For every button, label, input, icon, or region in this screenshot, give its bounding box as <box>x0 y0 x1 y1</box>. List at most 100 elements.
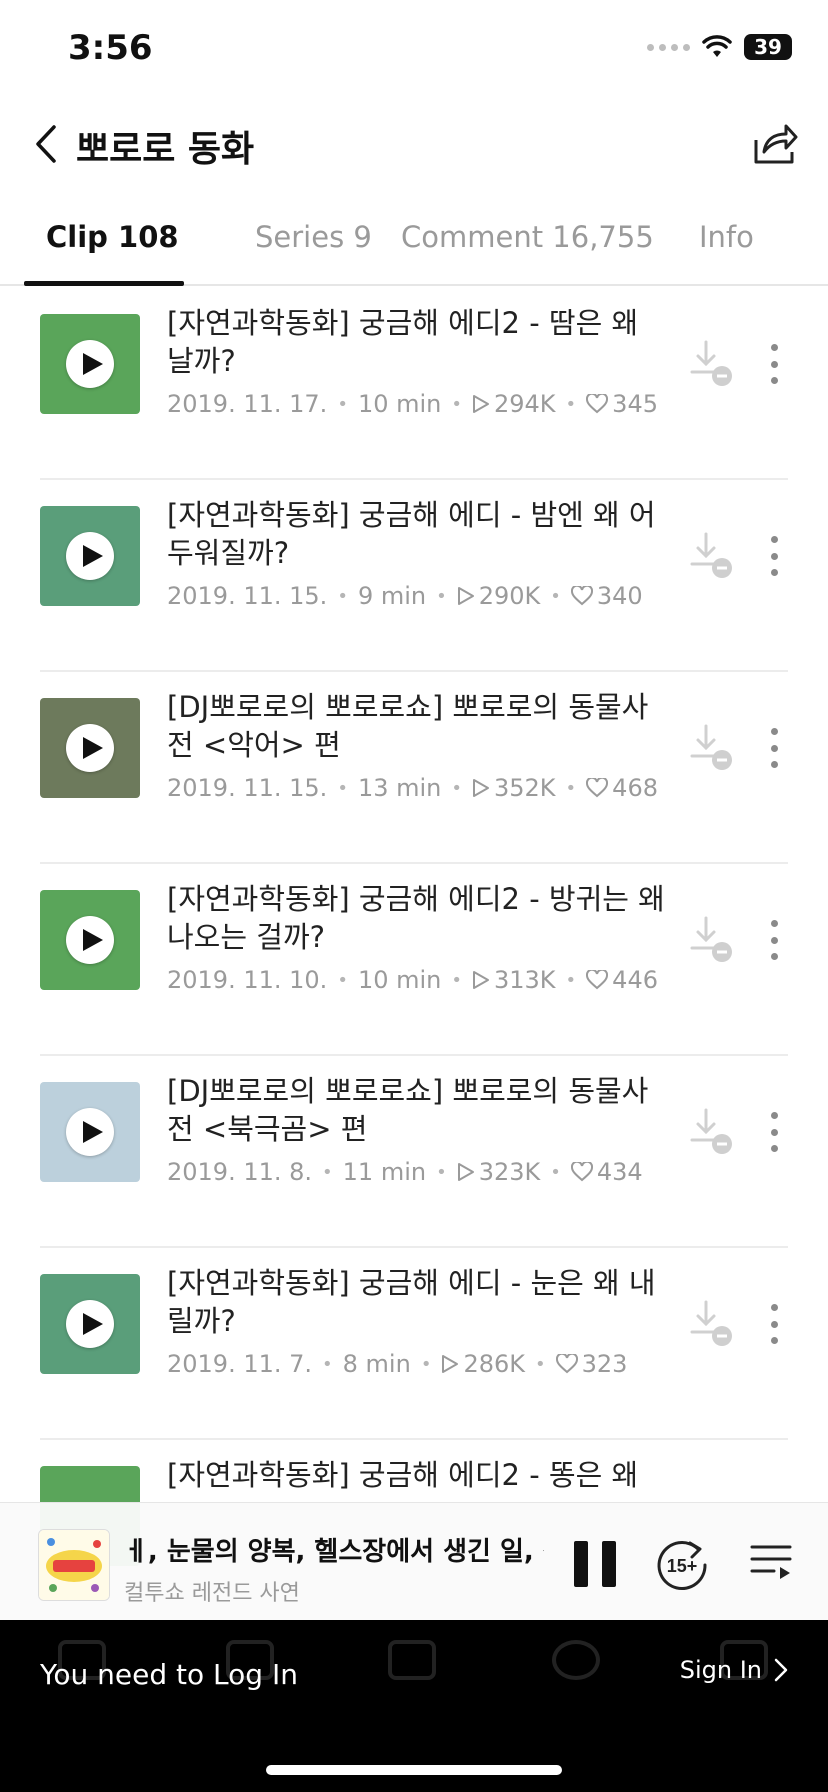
tab-bar: Clip 108 Series 9 Comment 16,755 Info <box>0 190 828 286</box>
list-item[interactable]: [자연과학동화] 궁금해 에디 - 밤엔 왜 어두워질까? 2019. 11. … <box>40 478 788 672</box>
library-tab-icon <box>352 1640 472 1686</box>
play-count-icon <box>473 395 489 413</box>
mini-player-title[interactable]: ㅔ, 눈물의 양복, 헬스장에서 생긴 일, 작 <box>124 1531 544 1568</box>
clip-title[interactable]: [자연과학동화] 궁금해 에디 - 눈은 왜 내릴까? <box>167 1264 667 1340</box>
skip-forward-15-icon: 15+ <box>657 1541 707 1591</box>
download-button[interactable] <box>688 532 736 580</box>
list-item[interactable]: [자연과학동화] 궁금해 에디2 - 방귀는 왜 나오는 걸까? 2019. 1… <box>40 862 788 1056</box>
tab-info[interactable]: Info <box>699 220 754 254</box>
clip-thumbnail[interactable] <box>40 1082 140 1182</box>
tab-clip[interactable]: Clip 108 <box>46 220 179 254</box>
back-button[interactable] <box>24 120 68 168</box>
clip-thumbnail[interactable] <box>40 890 140 990</box>
heart-icon <box>555 1354 578 1374</box>
download-button[interactable] <box>688 916 736 964</box>
sign-in-label[interactable]: Sign In <box>680 1656 762 1684</box>
tab-comment[interactable]: Comment 16,755 <box>401 220 654 254</box>
clip-duration: 10 min <box>357 390 442 418</box>
mini-player[interactable]: ㅔ, 눈물의 양복, 헬스장에서 생긴 일, 작 컬투쇼 레전드 사연 15+ <box>0 1502 828 1621</box>
clip-thumbnail[interactable] <box>40 1274 140 1374</box>
home-indicator <box>266 1765 562 1775</box>
clip-title[interactable]: [DJ뽀로로의 뽀로로쇼] 뽀로로의 동물사전 <북극곰> 편 <box>167 1072 667 1148</box>
clip-duration: 13 min <box>357 774 442 802</box>
more-options-icon[interactable] <box>762 914 786 966</box>
list-item[interactable]: [자연과학동화] 궁금해 에디2 - 땀은 왜 날까? 2019. 11. 17… <box>40 286 788 480</box>
clip-date: 2019. 11. 10. <box>167 966 328 994</box>
wifi-icon <box>702 35 732 57</box>
mini-player-artwork[interactable] <box>38 1529 110 1601</box>
clip-plays: 290K <box>478 582 541 610</box>
play-count-icon <box>473 779 489 797</box>
login-prompt: You need to Log In <box>40 1658 298 1691</box>
tab-series[interactable]: Series 9 <box>255 220 372 254</box>
clip-title[interactable]: [자연과학동화] 궁금해 에디2 - 방귀는 왜 나오는 걸까? <box>167 880 667 956</box>
list-item[interactable]: [자연과학동화] 궁금해 에디 - 눈은 왜 내릴까? 2019. 11. 7.… <box>40 1246 788 1440</box>
heart-icon <box>586 394 609 414</box>
clip-title[interactable]: [자연과학동화] 궁금해 에디2 - 똥은 왜 <box>167 1456 667 1494</box>
clip-title[interactable]: [자연과학동화] 궁금해 에디2 - 땀은 왜 날까? <box>167 304 667 380</box>
more-options-icon[interactable] <box>762 1298 786 1350</box>
clip-meta: 2019. 11. 17. • 10 min • 294K • 345 <box>167 390 658 418</box>
clip-duration: 11 min <box>342 1158 427 1186</box>
download-disabled-icon <box>690 1300 732 1346</box>
share-icon <box>754 124 798 164</box>
clip-date: 2019. 11. 17. <box>167 390 328 418</box>
page-title: 뽀로로 동화 <box>76 129 255 170</box>
artwork-icon <box>39 1530 109 1600</box>
clip-thumbnail[interactable] <box>40 314 140 414</box>
clip-likes: 434 <box>596 1158 643 1186</box>
status-time: 3:56 <box>68 28 153 68</box>
clip-date: 2019. 11. 8. <box>167 1158 313 1186</box>
share-button[interactable] <box>750 118 800 168</box>
play-count-icon <box>457 587 474 605</box>
playlist-icon <box>750 1545 792 1579</box>
list-item[interactable]: [DJ뽀로로의 뽀로로쇼] 뽀로로의 동물사전 <북극곰> 편 2019. 11… <box>40 1054 788 1248</box>
more-options-icon[interactable] <box>762 530 786 582</box>
play-icon[interactable] <box>66 1300 114 1348</box>
more-options-icon[interactable] <box>762 338 786 390</box>
clip-title[interactable]: [자연과학동화] 궁금해 에디 - 밤엔 왜 어두워질까? <box>167 496 667 572</box>
chevron-left-icon <box>36 125 56 163</box>
chevron-right-icon <box>774 1658 788 1682</box>
download-button[interactable] <box>688 1300 736 1348</box>
clip-plays: 286K <box>463 1350 525 1378</box>
play-icon[interactable] <box>66 724 114 772</box>
clip-title[interactable]: [DJ뽀로로의 뽀로로쇼] 뽀로로의 동물사전 <악어> 편 <box>167 688 667 764</box>
sign-in-button[interactable]: Sign In <box>680 1656 788 1684</box>
clip-meta: 2019. 11. 7. • 8 min • 286K • 323 <box>167 1350 628 1378</box>
play-icon[interactable] <box>66 1108 114 1156</box>
play-icon[interactable] <box>66 532 114 580</box>
clip-likes: 446 <box>612 966 658 994</box>
play-count-icon <box>473 971 489 989</box>
clip-likes: 323 <box>581 1350 628 1378</box>
download-button[interactable] <box>688 1108 736 1156</box>
search-tab-icon <box>516 1640 636 1686</box>
download-disabled-icon <box>690 532 732 578</box>
pause-button[interactable] <box>574 1541 616 1587</box>
download-button[interactable] <box>688 724 736 772</box>
more-options-icon[interactable] <box>762 722 786 774</box>
clip-plays: 352K <box>494 774 556 802</box>
signal-icon <box>647 43 690 51</box>
clip-thumbnail[interactable] <box>40 506 140 606</box>
list-item[interactable]: [DJ뽀로로의 뽀로로쇼] 뽀로로의 동물사전 <악어> 편 2019. 11.… <box>40 670 788 864</box>
clip-thumbnail[interactable] <box>40 698 140 798</box>
clip-date: 2019. 11. 7. <box>167 1350 313 1378</box>
download-disabled-icon <box>690 1108 732 1154</box>
play-icon[interactable] <box>66 340 114 388</box>
skip-forward-button[interactable]: 15+ <box>654 1537 710 1593</box>
clip-plays: 294K <box>494 390 556 418</box>
clip-meta: 2019. 11. 10. • 10 min • 313K • 446 <box>167 966 658 994</box>
play-icon[interactable] <box>66 916 114 964</box>
clip-likes: 340 <box>596 582 643 610</box>
header: 뽀로로 동화 <box>0 100 828 190</box>
clip-meta: 2019. 11. 8. • 11 min • 323K • 434 <box>167 1158 643 1186</box>
heart-icon <box>570 1162 593 1182</box>
status-bar: 3:56 39 <box>0 0 828 100</box>
playlist-button[interactable] <box>748 1539 794 1585</box>
skip-label: 15+ <box>667 1556 698 1576</box>
more-options-icon[interactable] <box>762 1106 786 1158</box>
battery-icon: 39 <box>744 34 792 60</box>
play-count-icon <box>457 1163 474 1181</box>
download-button[interactable] <box>688 340 736 388</box>
